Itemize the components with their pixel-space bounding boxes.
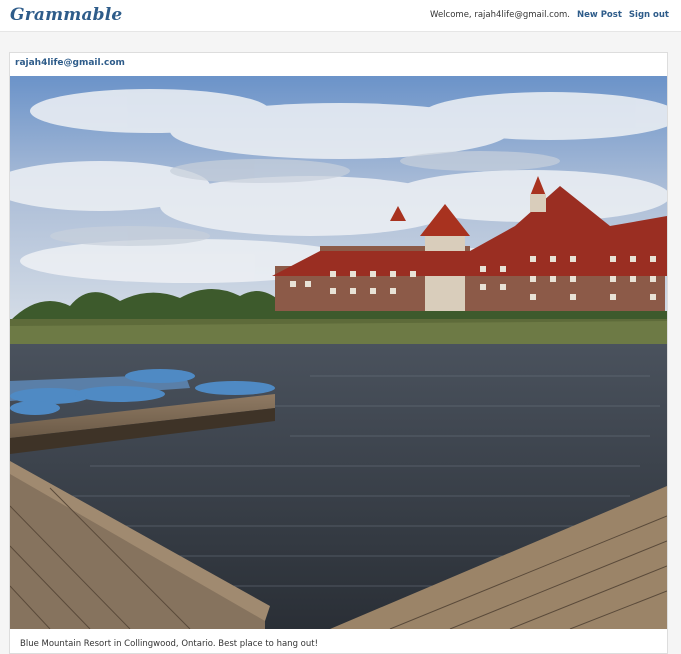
brand-logo[interactable]: Grammable (10, 5, 122, 25)
welcome-text: Welcome, rajah4life@gmail.com. (430, 10, 571, 20)
new-post-link[interactable]: New Post (577, 10, 622, 20)
post-author: rajah4life@gmail.com (15, 58, 125, 68)
post-card: rajah4life@gmail.com Blue Mountain Resor… (9, 52, 668, 654)
post-caption: Blue Mountain Resort in Collingwood, Ont… (20, 639, 318, 649)
sign-out-link[interactable]: Sign out (629, 10, 669, 20)
post-photo (10, 76, 667, 629)
nav-right: Welcome, rajah4life@gmail.com. New Post … (430, 10, 669, 20)
navbar: Grammable Welcome, rajah4life@gmail.com.… (0, 0, 681, 32)
